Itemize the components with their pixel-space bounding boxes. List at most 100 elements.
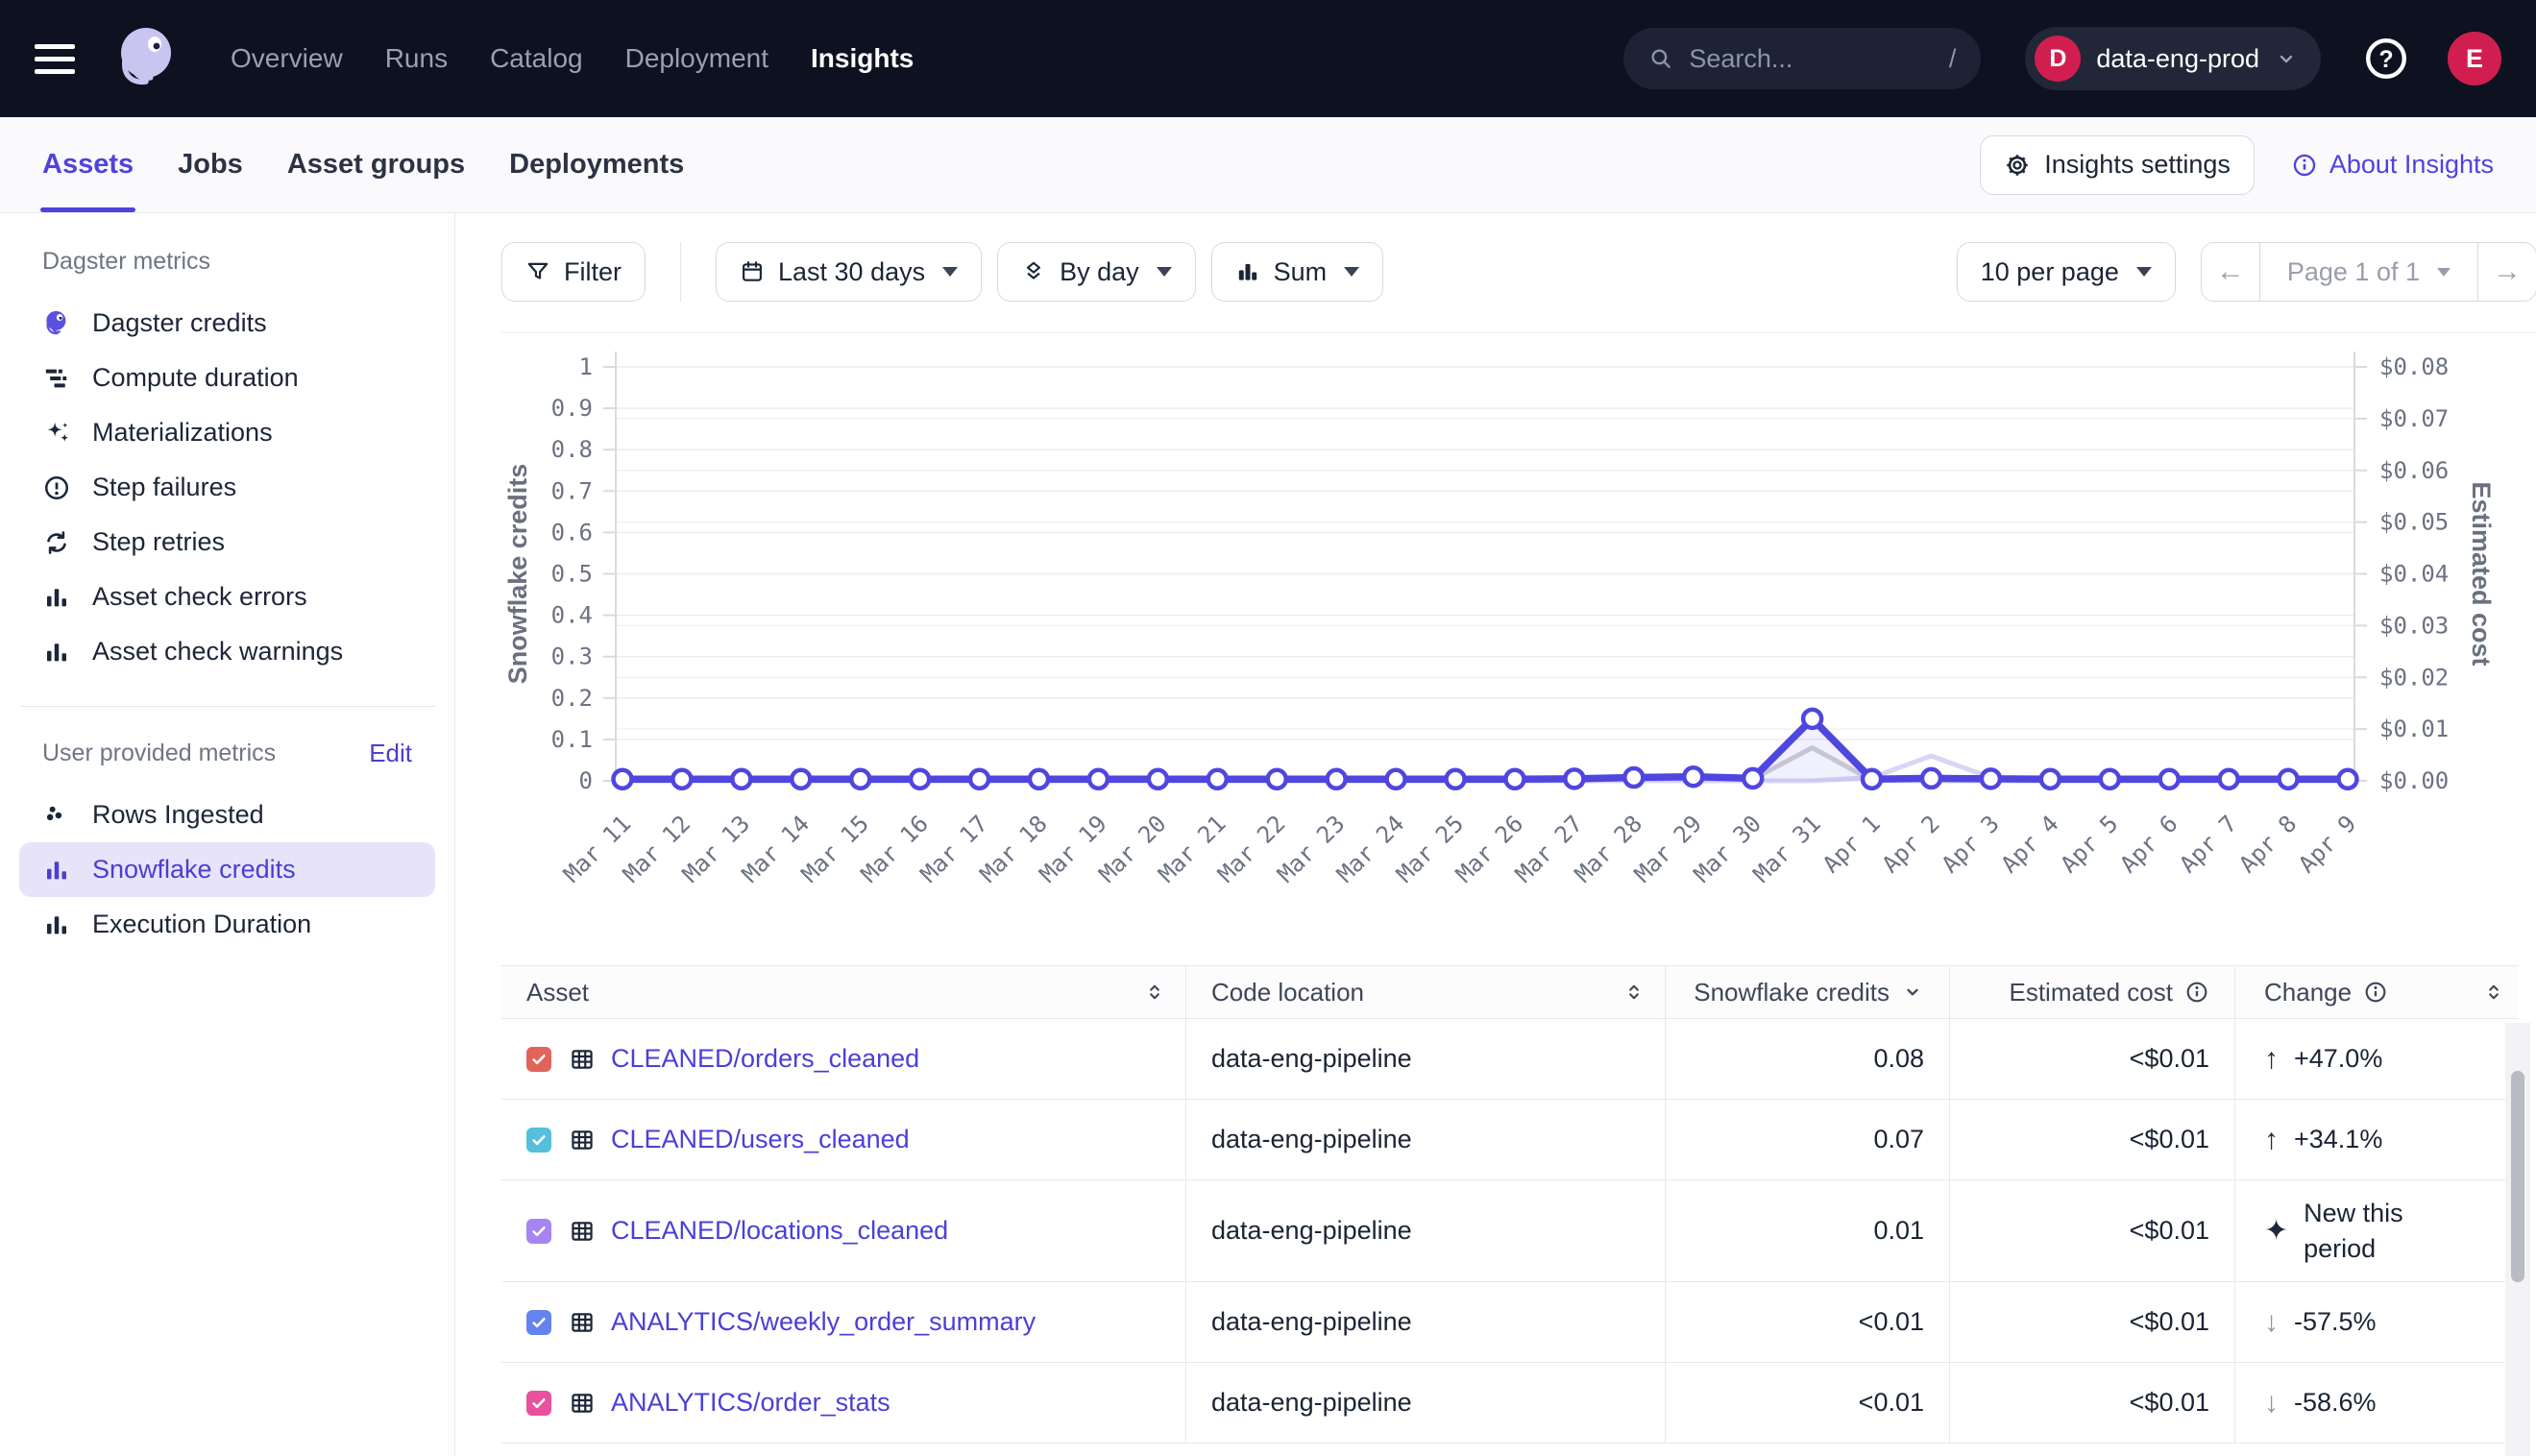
asset-link[interactable]: CLEANED/locations_cleaned xyxy=(611,1216,948,1246)
calendar-icon xyxy=(740,259,765,284)
sidebar-item-label: Asset check errors xyxy=(92,582,307,612)
svg-text:Apr 3: Apr 3 xyxy=(1937,810,2005,878)
next-page-button[interactable]: → xyxy=(2478,243,2536,301)
svg-text:1: 1 xyxy=(579,353,593,380)
sidebar-item-execution-duration[interactable]: Execution Duration xyxy=(19,897,435,952)
aggregation-dropdown[interactable]: Sum xyxy=(1211,242,1384,302)
sidebar-item-rows-ingested[interactable]: Rows Ingested xyxy=(19,788,435,842)
nav-item-overview[interactable]: Overview xyxy=(231,43,343,74)
insights-sub-nav: Assets Jobs Asset groups Deployments Ins… xyxy=(0,117,2536,213)
asset-link[interactable]: ANALYTICS/order_stats xyxy=(611,1388,890,1418)
sidebar-item-snowflake-credits[interactable]: Snowflake credits xyxy=(19,842,435,897)
svg-text:0.8: 0.8 xyxy=(551,436,593,463)
sort-icon[interactable] xyxy=(1622,981,1646,1004)
edit-metrics-link[interactable]: Edit xyxy=(369,739,412,768)
granularity-dropdown[interactable]: By day xyxy=(997,242,1196,302)
nav-item-insights[interactable]: Insights xyxy=(811,43,914,74)
user-provided-metrics-label: User provided metrics xyxy=(42,740,276,767)
column-header-change[interactable]: Change xyxy=(2264,978,2352,1007)
per-page-dropdown[interactable]: 10 per page xyxy=(1957,242,2176,302)
nav-item-deployment[interactable]: Deployment xyxy=(625,43,768,74)
sidebar-item-compute-duration[interactable]: Compute duration xyxy=(19,351,435,405)
code-location-value: data-eng-pipeline xyxy=(1211,1307,1412,1337)
search-placeholder: Search... xyxy=(1689,44,1948,74)
info-icon[interactable] xyxy=(2363,980,2388,1005)
svg-text:Apr 5: Apr 5 xyxy=(2056,810,2124,878)
sidebar-item-asset-check-errors[interactable]: Asset check errors xyxy=(19,570,435,624)
vertical-scrollbar[interactable] xyxy=(2505,1023,2530,1456)
tab-jobs[interactable]: Jobs xyxy=(178,117,243,212)
column-header-asset[interactable]: Asset xyxy=(526,978,589,1007)
search-input[interactable]: Search... / xyxy=(1623,28,1981,89)
svg-text:0: 0 xyxy=(579,767,593,794)
svg-text:0.5: 0.5 xyxy=(551,561,593,588)
sidebar-item-asset-check-warnings[interactable]: Asset check warnings xyxy=(19,624,435,679)
series-checkbox[interactable] xyxy=(526,1310,551,1335)
tab-asset-groups[interactable]: Asset groups xyxy=(287,117,465,212)
table-row: CLEANED/locations_cleaned data-eng-pipel… xyxy=(501,1180,2519,1282)
svg-text:Apr 6: Apr 6 xyxy=(2115,810,2183,878)
menu-icon[interactable] xyxy=(35,44,75,74)
table-asset-icon xyxy=(569,1046,596,1073)
column-header-code-location[interactable]: Code location xyxy=(1211,978,1364,1007)
page-indicator-dropdown[interactable]: Page 1 of 1 xyxy=(2259,243,2478,301)
prev-page-button[interactable]: ← xyxy=(2202,243,2259,301)
asset-link[interactable]: CLEANED/orders_cleaned xyxy=(611,1044,919,1074)
sorted-desc-icon[interactable] xyxy=(1901,981,1924,1004)
nav-item-catalog[interactable]: Catalog xyxy=(490,43,583,74)
svg-text:?: ? xyxy=(2378,46,2393,73)
series-checkbox[interactable] xyxy=(526,1128,551,1153)
tab-deployments[interactable]: Deployments xyxy=(509,117,684,212)
sidebar-item-step-failures[interactable]: Step failures xyxy=(19,460,435,515)
svg-text:0.6: 0.6 xyxy=(551,519,593,546)
series-checkbox[interactable] xyxy=(526,1219,551,1244)
tab-assets[interactable]: Assets xyxy=(42,117,134,212)
sidebar-item-step-retries[interactable]: Step retries xyxy=(19,515,435,570)
filter-button[interactable]: Filter xyxy=(501,242,646,302)
caret-down-icon xyxy=(2437,268,2451,277)
asset-link[interactable]: ANALYTICS/weekly_order_summary xyxy=(611,1307,1036,1337)
scrollbar-thumb[interactable] xyxy=(2511,1071,2524,1282)
sidebar-item-materializations[interactable]: Materializations xyxy=(19,405,435,460)
svg-text:$0.01: $0.01 xyxy=(2379,716,2449,742)
date-range-dropdown[interactable]: Last 30 days xyxy=(716,242,982,302)
table-row: ANALYTICS/weekly_order_summary data-eng-… xyxy=(501,1282,2519,1363)
estimated-cost-value: <$0.01 xyxy=(2130,1125,2209,1154)
user-avatar[interactable]: E xyxy=(2448,32,2501,85)
info-icon[interactable] xyxy=(2184,980,2209,1005)
dagster-logo-icon[interactable] xyxy=(108,20,184,97)
deployment-name: data-eng-prod xyxy=(2096,44,2259,74)
sidebar-item-dagster-credits[interactable]: Dagster credits xyxy=(19,296,435,351)
asset-link[interactable]: CLEANED/users_cleaned xyxy=(611,1125,910,1154)
step-failures-icon xyxy=(42,473,71,502)
svg-text:0.7: 0.7 xyxy=(551,477,593,504)
snowflake-credits-chart[interactable]: 00.10.20.30.40.50.60.70.80.91$0.00$0.01$… xyxy=(501,333,2536,921)
svg-text:Apr 2: Apr 2 xyxy=(1877,810,1945,878)
nav-item-runs[interactable]: Runs xyxy=(385,43,448,74)
series-checkbox[interactable] xyxy=(526,1047,551,1072)
column-header-snowflake-credits[interactable]: Snowflake credits xyxy=(1694,978,1890,1007)
deployment-badge: D xyxy=(2035,36,2081,82)
deployment-switcher[interactable]: D data-eng-prod xyxy=(2025,27,2321,90)
snowflake-credits-value: <0.01 xyxy=(1859,1388,1924,1418)
dagster-metrics-label: Dagster metrics xyxy=(42,248,210,276)
sort-icon[interactable] xyxy=(2482,981,2505,1004)
caret-down-icon xyxy=(942,267,958,277)
svg-text:Apr 1: Apr 1 xyxy=(1817,810,1886,878)
insights-settings-button[interactable]: Insights settings xyxy=(1980,135,2255,195)
code-location-value: data-eng-pipeline xyxy=(1211,1125,1412,1154)
series-checkbox[interactable] xyxy=(526,1391,551,1416)
snowflake-credits-value: 0.07 xyxy=(1873,1125,1924,1154)
column-header-estimated-cost[interactable]: Estimated cost xyxy=(2009,978,2173,1007)
help-icon[interactable]: ? xyxy=(2363,36,2409,82)
sidebar-item-label: Compute duration xyxy=(92,363,299,393)
code-location-value: data-eng-pipeline xyxy=(1211,1388,1412,1418)
date-range-label: Last 30 days xyxy=(778,257,925,287)
sort-icon[interactable] xyxy=(1143,981,1166,1004)
controls-divider xyxy=(680,242,681,302)
svg-text:0.2: 0.2 xyxy=(551,685,593,712)
about-insights-link[interactable]: About Insights xyxy=(2291,150,2494,180)
svg-text:$0.03: $0.03 xyxy=(2379,612,2449,639)
new-this-period-icon: ✦ xyxy=(2264,1217,2288,1246)
estimated-cost-value: <$0.01 xyxy=(2130,1216,2209,1246)
